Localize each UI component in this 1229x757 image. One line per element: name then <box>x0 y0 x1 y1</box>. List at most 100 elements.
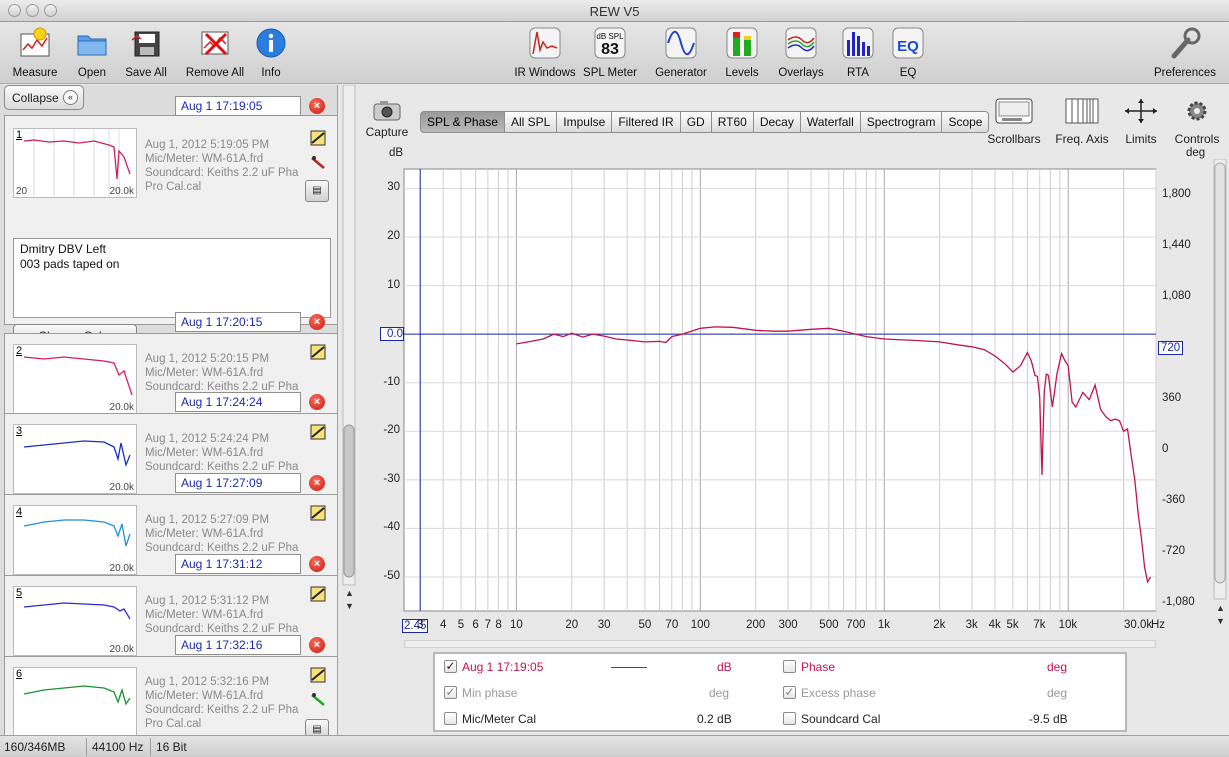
graph-tab[interactable]: RT60 <box>711 111 754 133</box>
graph-tab[interactable]: Impulse <box>557 111 613 133</box>
x-tick-label: 10 <box>509 619 523 631</box>
series-name: Aug 1 17:19:05 <box>462 660 544 674</box>
spl-graph[interactable]: dB deg Hz ▲ ▼ 30 20 10 0.0 -10 -20 -30 -40 -50 1,8… <box>360 145 1229 635</box>
soundcard-cal-file: Soundcard: Keiths 2.2 uF Pha <box>145 542 299 554</box>
measurement-name-field-4[interactable]: Aug 1 17:27:09 <box>175 473 301 493</box>
thumbnail-5[interactable]: 5 20.0k <box>13 586 137 656</box>
levels-button[interactable]: Levels <box>722 26 762 79</box>
remove-measurement-4-icon[interactable]: × <box>309 475 325 491</box>
graph-legend: ✓ Aug 1 17:19:05 dB Phase deg ✓ Min phas… <box>433 652 1127 732</box>
mic-cal-checkbox[interactable] <box>444 712 457 725</box>
measurement-panel: Collapse « Aug 1 17:19:05 × 1 20 20.0k A… <box>0 85 338 735</box>
remove-measurement-6-icon[interactable]: × <box>309 637 325 653</box>
info-button[interactable]: Info <box>254 26 288 79</box>
phase-tool-icon[interactable] <box>310 667 326 683</box>
y2-tick-label: 1,800 <box>1162 187 1191 200</box>
notes-button[interactable]: ▤ <box>305 180 329 202</box>
phase-unit: deg <box>1047 660 1068 674</box>
graph-tab[interactable]: GD <box>680 111 712 133</box>
measurement-card-6[interactable]: Aug 1 17:32:16 × 6 Aug 1, 2012 5:32:16 P… <box>4 635 337 735</box>
status-bar: 160/346MB 44100 Hz 16 Bit <box>0 735 1229 757</box>
measurement-name-field-5[interactable]: Aug 1 17:31:12 <box>175 554 301 574</box>
soundcard-cal-label: Soundcard Cal <box>801 712 881 726</box>
open-button[interactable]: Open <box>70 26 114 79</box>
graph-tab[interactable]: Filtered IR <box>612 111 681 133</box>
eq-button[interactable]: EQ EQ <box>890 26 926 79</box>
thumbnail-3[interactable]: 3 20.0k <box>13 424 137 494</box>
graph-horizontal-scrollbar[interactable] <box>404 640 1156 648</box>
series-checkbox[interactable]: ✓ <box>444 660 457 673</box>
collapse-button[interactable]: Collapse « <box>4 85 84 110</box>
measurement-name-field-1[interactable]: Aug 1 17:19:05 <box>175 96 301 116</box>
thumbnail-1[interactable]: 1 20 20.0k <box>13 128 137 198</box>
thumbnail-high-freq: 20.0k <box>109 482 134 493</box>
x-tick-label: 30 <box>597 619 611 631</box>
graph-tab[interactable]: Spectrogram <box>860 111 943 133</box>
phase-tool-icon[interactable] <box>310 344 326 360</box>
svg-text:▲: ▲ <box>1216 603 1225 613</box>
excess-phase-label: Excess phase <box>801 686 876 700</box>
generator-button[interactable]: Generator <box>651 26 711 79</box>
graph-tab[interactable]: Decay <box>753 111 801 133</box>
capture-button[interactable]: Capture <box>362 98 412 139</box>
x-tick-label: 500 <box>819 619 839 631</box>
save-all-button[interactable]: Save All <box>122 26 170 79</box>
graph-tab[interactable]: Waterfall <box>800 111 861 133</box>
limits-label: Limits <box>1125 132 1157 146</box>
spl-meter-badge-unit: dB SPL <box>596 32 624 41</box>
graph-tab[interactable]: All SPL <box>504 111 558 133</box>
phase-tool-icon[interactable] <box>310 586 326 602</box>
remove-measurement-3-icon[interactable]: × <box>309 394 325 410</box>
thumbnail-low-freq: 20 <box>16 186 28 197</box>
measurement-date: Aug 1, 2012 5:20:15 PM <box>145 353 270 365</box>
gear-icon <box>1187 101 1207 121</box>
limits-button[interactable]: Limits <box>1120 98 1162 146</box>
phase-tool-icon[interactable] <box>310 130 326 146</box>
measurement-name-field-6[interactable]: Aug 1 17:32:16 <box>175 635 301 655</box>
phase-checkbox[interactable] <box>783 660 796 673</box>
notes-line-1: Dmitry DBV Left <box>20 242 107 256</box>
magic-wand-icon[interactable] <box>310 154 326 170</box>
measurement-date: Aug 1, 2012 5:32:16 PM <box>145 676 270 688</box>
rta-icon <box>842 27 874 59</box>
remove-all-button[interactable]: Remove All <box>183 26 247 79</box>
remove-all-icon <box>201 31 229 56</box>
rta-button[interactable]: RTA <box>840 26 876 79</box>
measurement-notes[interactable]: Dmitry DBV Left 003 pads taped on <box>13 238 331 318</box>
graph-tab[interactable]: SPL & Phase <box>420 111 505 133</box>
overlays-button[interactable]: Overlays <box>775 26 827 79</box>
remove-measurement-1-icon[interactable]: × <box>309 98 325 114</box>
remove-measurement-2-icon[interactable]: × <box>309 314 325 330</box>
ir-windows-button[interactable]: IR Windows <box>513 26 577 79</box>
x-tick-label: 70 <box>665 619 679 631</box>
measurement-date: Aug 1, 2012 5:31:12 PM <box>145 595 270 607</box>
magic-wand-icon[interactable] <box>310 691 326 707</box>
excess-phase-checkbox[interactable]: ✓ <box>783 686 796 699</box>
measurement-card-1[interactable]: Aug 1 17:19:05 × 1 20 20.0k Aug 1, 2012 … <box>4 96 337 346</box>
freq-axis-button[interactable]: Freq. Axis <box>1052 98 1112 146</box>
phase-tool-icon[interactable] <box>310 505 326 521</box>
graph-tab[interactable]: Scope <box>942 111 990 133</box>
soundcard-cal-checkbox[interactable] <box>783 712 796 725</box>
scrollbars-button[interactable]: Scrollbars <box>986 98 1042 146</box>
measurement-date: Aug 1, 2012 5:27:09 PM <box>145 514 270 526</box>
notes-button[interactable]: ▤ <box>305 719 329 735</box>
sidebar-scrollbar[interactable]: ▲ ▼ <box>342 84 356 615</box>
spl-meter-label: SPL Meter <box>583 67 637 79</box>
thumbnail-6[interactable]: 6 <box>13 667 137 735</box>
phase-label: Phase <box>801 660 836 674</box>
min-phase-checkbox[interactable]: ✓ <box>444 686 457 699</box>
y2-tick-label: 360 <box>1162 391 1182 404</box>
measurement-name-field-2[interactable]: Aug 1 17:20:15 <box>175 312 301 332</box>
controls-button[interactable]: Controls <box>1170 98 1224 146</box>
thumbnail-2[interactable]: 2 20.0k <box>13 344 137 414</box>
y2-tick-label: 1,080 <box>1162 289 1191 302</box>
graph-vertical-scrollbar[interactable]: ▲▼ <box>1213 159 1227 629</box>
phase-tool-icon[interactable] <box>310 424 326 440</box>
remove-measurement-5-icon[interactable]: × <box>309 556 325 572</box>
thumbnail-4[interactable]: 4 20.0k <box>13 505 137 575</box>
measure-button[interactable]: Measure <box>8 26 62 79</box>
spl-meter-button[interactable]: dB SPL 83 SPL Meter <box>583 26 637 79</box>
measurement-name-field-3[interactable]: Aug 1 17:24:24 <box>175 392 301 412</box>
preferences-button[interactable]: Preferences <box>1150 26 1220 79</box>
